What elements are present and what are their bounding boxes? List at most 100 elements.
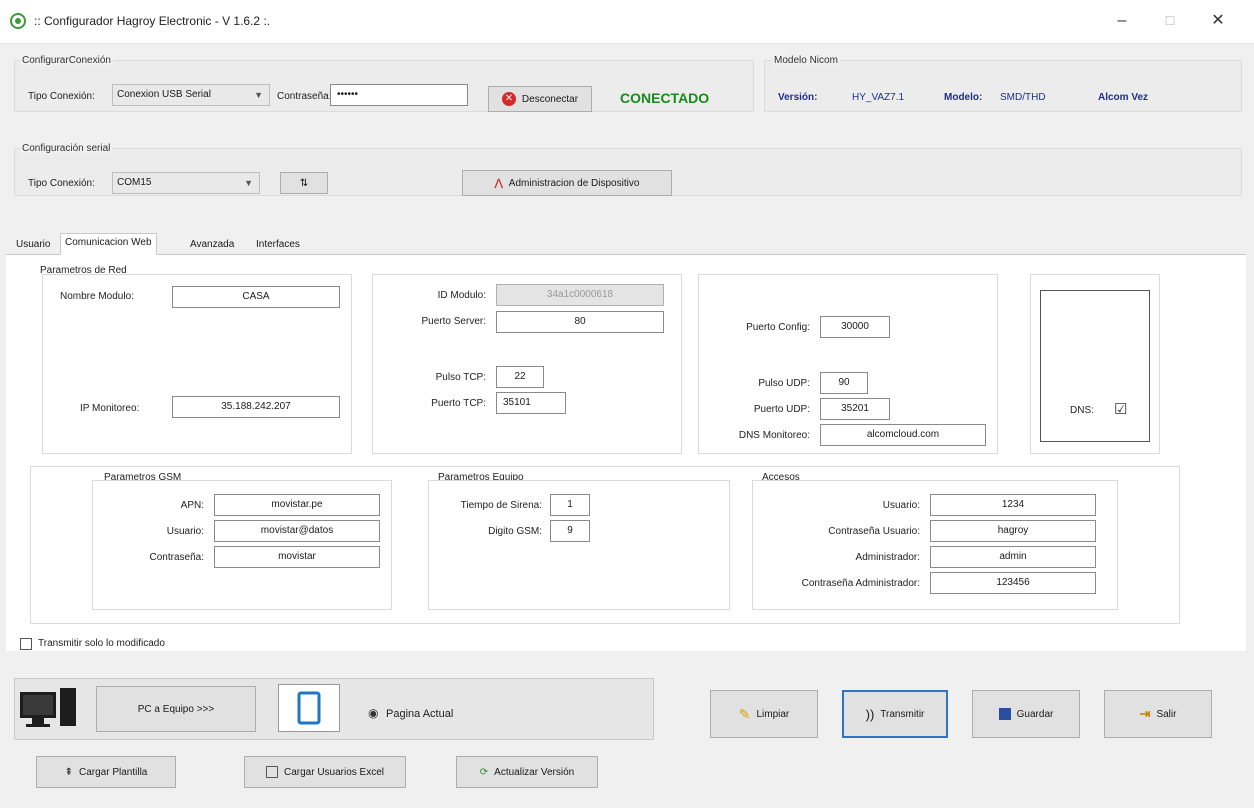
password-label: Contraseña:	[277, 91, 332, 102]
id-modulo-label: ID Modulo:	[437, 290, 486, 301]
cargar-usuarios-label: Cargar Usuarios Excel	[283, 766, 385, 778]
sirena-input[interactable]: 1	[550, 494, 590, 516]
dns-monitoreo-input[interactable]: alcomcloud.com	[820, 424, 986, 446]
actualizar-version-label: Actualizar Versión	[494, 766, 575, 778]
load-icon: ⇞	[64, 766, 73, 778]
tab-comunicacion-web[interactable]: Comunicacion Web	[60, 233, 157, 255]
ip-monitoreo-input[interactable]: 35.188.242.207	[172, 396, 340, 418]
computer-icon	[18, 684, 80, 730]
minimize-button[interactable]: –	[1110, 10, 1134, 32]
cargar-plantilla-button[interactable]: ⇞ Cargar Plantilla	[36, 756, 176, 788]
version-label: Versión:	[778, 92, 818, 103]
admin-device-button[interactable]: ⋀ Administracion de Dispositivo	[462, 170, 672, 196]
id-modulo-input: 34a1c0000618	[496, 284, 664, 306]
transmit-modified-checkbox[interactable]	[20, 638, 32, 650]
dns-frame	[1040, 290, 1150, 442]
modelo-group-label: Modelo Nicom	[772, 55, 840, 66]
guardar-label: Guardar	[1016, 708, 1054, 720]
transmitir-label: Transmitir	[880, 708, 925, 720]
apn-input[interactable]: movistar.pe	[214, 494, 380, 516]
admin-device-label: Administracion de Dispositivo	[508, 177, 640, 189]
salir-label: Salir	[1156, 708, 1177, 720]
serial-group-label: Configuración serial	[20, 143, 113, 154]
dns-checkbox[interactable]: ☑	[1114, 400, 1127, 418]
disconnect-button[interactable]: ✕ Desconectar	[488, 86, 592, 112]
transmit-modified-label: Transmitir solo lo modificado	[38, 638, 165, 649]
digito-label: Digito GSM:	[488, 526, 542, 537]
transmitir-button[interactable]: )) Transmitir	[842, 690, 948, 738]
tab-avanzada[interactable]: Avanzada	[186, 236, 238, 255]
pass-usuario-input[interactable]: hagroy	[930, 520, 1096, 542]
puerto-server-label: Puerto Server:	[421, 316, 486, 327]
tab-interfaces[interactable]: Interfaces	[252, 236, 304, 255]
version-value: HY_VAZ7.1	[852, 92, 905, 103]
pc-to-equipo-button[interactable]: PC a Equipo >>>	[96, 686, 256, 732]
app-icon	[10, 13, 26, 29]
password-input[interactable]: ••••••	[330, 84, 468, 106]
salir-button[interactable]: ⇥ Salir	[1104, 690, 1212, 738]
signal-icon: ))	[865, 706, 875, 722]
admin-label: Administrador:	[855, 552, 920, 563]
serial-port-select[interactable]: COM15 ▼	[112, 172, 260, 194]
gsm-usuario-label: Usuario:	[166, 526, 204, 537]
dns-monitoreo-label: DNS Monitoreo:	[738, 430, 810, 441]
broom-icon: ✎	[738, 705, 751, 722]
chevron-down-icon: ▼	[244, 178, 253, 188]
pass-admin-input[interactable]: 123456	[930, 572, 1096, 594]
device-toggle-button[interactable]	[278, 684, 340, 732]
digito-input[interactable]: 9	[550, 520, 590, 542]
connection-status: CONECTADO	[620, 90, 710, 106]
refresh-ports-button[interactable]: ⇅	[280, 172, 328, 194]
gsm-password-input[interactable]: movistar	[214, 546, 380, 568]
excel-icon	[265, 766, 278, 778]
serial-tipo-label: Tipo Conexión:	[28, 178, 95, 189]
puerto-tcp-label: Puerto TCP:	[431, 398, 486, 409]
pagina-actual-radio-icon[interactable]: ◉	[368, 706, 378, 720]
disconnect-icon: ✕	[501, 92, 516, 106]
pass-usuario-label: Contraseña Usuario:	[828, 526, 920, 537]
close-button[interactable]: ✕	[1206, 10, 1230, 32]
cargar-usuarios-button[interactable]: Cargar Usuarios Excel	[244, 756, 406, 788]
pagina-actual-label: Pagina Actual	[386, 708, 454, 720]
update-icon: ⟳	[479, 766, 489, 778]
serial-port-value: COM15	[117, 177, 152, 188]
modelo-label: Modelo:	[944, 92, 983, 103]
ip-monitoreo-label: IP Monitoreo:	[80, 403, 140, 414]
dns-label: DNS:	[1070, 405, 1094, 416]
accesos-usuario-input[interactable]: 1234	[930, 494, 1096, 516]
modelo-group	[764, 60, 1242, 112]
limpiar-button[interactable]: ✎ Limpiar	[710, 690, 818, 738]
apn-label: APN:	[180, 500, 204, 511]
pulso-udp-input[interactable]: 90	[820, 372, 868, 394]
maximize-button[interactable]: ☐	[1158, 10, 1182, 32]
window-title: :: Configurador Hagroy Electronic - V 1.…	[34, 14, 271, 28]
limpiar-label: Limpiar	[756, 708, 790, 720]
title-bar: :: Configurador Hagroy Electronic - V 1.…	[0, 0, 1254, 44]
pulso-udp-label: Pulso UDP:	[758, 378, 810, 389]
tipo-conexion-select[interactable]: Conexion USB Serial ▼	[112, 84, 270, 106]
disconnect-label: Desconectar	[521, 93, 579, 105]
refresh-icon: ⇅	[299, 177, 309, 189]
cargar-plantilla-label: Cargar Plantilla	[79, 766, 148, 778]
puerto-udp-label: Puerto UDP:	[753, 404, 810, 415]
gsm-usuario-input[interactable]: movistar@datos	[214, 520, 380, 542]
puerto-udp-input[interactable]: 35201	[820, 398, 890, 420]
exit-icon: ⇥	[1139, 706, 1151, 721]
puerto-server-input[interactable]: 80	[496, 311, 664, 333]
nombre-modulo-input[interactable]: CASA	[172, 286, 340, 308]
guardar-button[interactable]: Guardar	[972, 690, 1080, 738]
gsm-password-label: Contraseña:	[149, 552, 204, 563]
puerto-tcp-input[interactable]: 35101	[496, 392, 566, 414]
puerto-config-input[interactable]: 30000	[820, 316, 890, 338]
actualizar-version-button[interactable]: ⟳ Actualizar Versión	[456, 756, 598, 788]
sirena-label: Tiempo de Sirena:	[460, 500, 542, 511]
tipo-conexion-value: Conexion USB Serial	[117, 89, 211, 100]
tab-usuario[interactable]: Usuario	[12, 236, 54, 255]
pass-admin-label: Contraseña Administrador:	[801, 578, 920, 589]
puerto-config-label: Puerto Config:	[746, 322, 810, 333]
pulso-tcp-input[interactable]: 22	[496, 366, 544, 388]
conexion-group-label: ConfigurarConexión	[20, 55, 113, 66]
modelo-value: SMD/THD	[1000, 92, 1046, 103]
save-icon	[998, 708, 1011, 720]
admin-input[interactable]: admin	[930, 546, 1096, 568]
